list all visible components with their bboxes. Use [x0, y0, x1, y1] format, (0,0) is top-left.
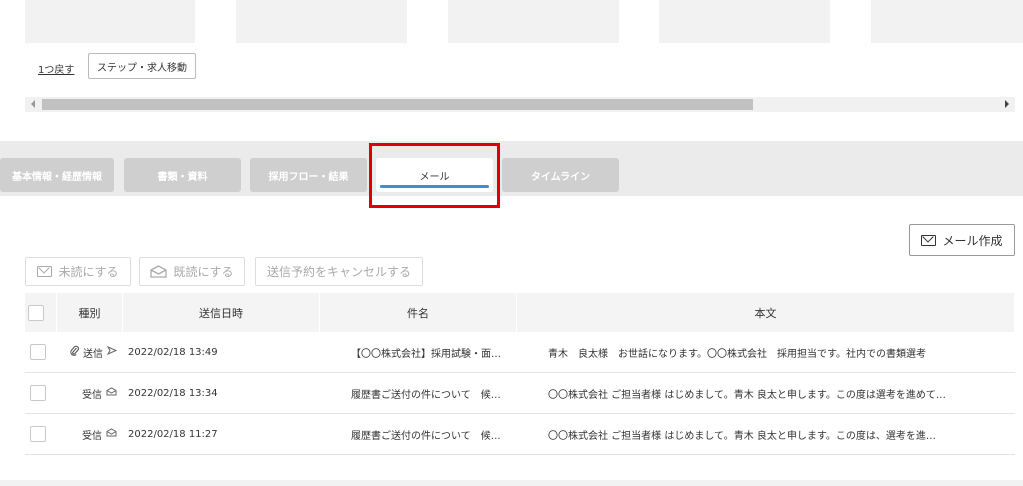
table-row[interactable]: 受信 2022/02/18 13:34 履歴書ご送付の件について 候… 〇〇株式… — [25, 373, 1015, 414]
compose-mail-button[interactable]: メール作成 — [909, 224, 1015, 256]
stage-cards — [25, 0, 1023, 43]
subject-cell[interactable]: 履歴書ご送付の件について 候… — [346, 373, 544, 413]
scroll-left-icon[interactable] — [31, 100, 35, 108]
row-checkbox-cell — [25, 414, 58, 454]
header-select-all — [25, 293, 57, 332]
scrollbar-thumb[interactable] — [42, 99, 753, 110]
mail-open-icon — [106, 387, 117, 399]
mail-icon — [921, 234, 937, 246]
mail-table: 種別 送信日時 件名 本文 送信 2022/02/18 13:49 【〇〇株式会… — [25, 293, 1015, 455]
back-link[interactable]: 1つ戻す — [38, 61, 74, 76]
body-cell[interactable]: 〇〇株式会社 ご担当者様 はじめまして。青木 良太と申します。この度は選考を進め… — [544, 373, 1015, 413]
type-label: 受信 — [82, 430, 102, 442]
horizontal-scrollbar[interactable] — [25, 97, 1015, 112]
header-type[interactable]: 種別 — [57, 293, 123, 332]
body-cell[interactable]: 青木 良太様 お世話になります。〇〇株式会社 採用担当です。社内での書類選考 — [544, 332, 1015, 372]
send-icon — [106, 345, 118, 358]
paperclip-icon — [70, 345, 79, 359]
tab-recruit-flow[interactable]: 採用フロー・結果 — [250, 158, 367, 192]
subject-cell[interactable]: 【〇〇株式会社】採用試験・面… — [346, 332, 544, 372]
tab-timeline[interactable]: タイムライン — [502, 158, 619, 192]
stage-card — [448, 0, 619, 43]
header-date[interactable]: 送信日時 — [123, 293, 320, 332]
table-row[interactable]: 受信 2022/02/18 11:27 履歴書ご送付の件について 候… 〇〇株式… — [25, 414, 1015, 455]
mail-open-icon — [106, 428, 117, 440]
tab-basic-info[interactable]: 基本情報・経歴情報 — [0, 158, 114, 192]
header-subject[interactable]: 件名 — [320, 293, 517, 332]
row-checkbox[interactable] — [30, 344, 46, 360]
date-cell: 2022/02/18 11:27 — [128, 428, 218, 440]
mark-read-label: 既読にする — [173, 265, 234, 279]
stage-card — [236, 0, 407, 43]
scroll-right-icon[interactable] — [1005, 100, 1009, 108]
stage-card — [25, 0, 195, 43]
row-checkbox[interactable] — [30, 385, 46, 401]
type-cell: 受信 — [58, 414, 123, 454]
stage-card — [659, 0, 830, 43]
row-checkbox[interactable] — [30, 426, 46, 442]
header-body[interactable]: 本文 — [517, 293, 1015, 332]
cancel-scheduled-label: 送信予約をキャンセルする — [266, 265, 411, 279]
cancel-scheduled-button[interactable]: 送信予約をキャンセルする — [255, 257, 423, 286]
subject-cell[interactable]: 履歴書ご送付の件について 候… — [346, 414, 544, 454]
body-cell[interactable]: 〇〇株式会社 ご担当者様 はじめまして。青木 良太と申します。この度は、選考を進… — [544, 414, 1015, 454]
select-all-checkbox[interactable] — [28, 304, 44, 321]
tab-strip: 基本情報・経歴情報 書類・資料 採用フロー・結果 メール タイムライン — [0, 141, 1023, 196]
table-header: 種別 送信日時 件名 本文 — [25, 293, 1015, 332]
type-cell: 送信 — [58, 332, 123, 372]
type-cell: 受信 — [58, 373, 123, 413]
tab-documents[interactable]: 書類・資料 — [124, 158, 241, 192]
mark-read-button[interactable]: 既読にする — [139, 257, 245, 286]
compose-mail-label: メール作成 — [942, 233, 1003, 248]
date-cell: 2022/02/18 13:49 — [128, 346, 218, 358]
mark-unread-button[interactable]: 未読にする — [25, 257, 131, 286]
date-cell: 2022/02/18 13:34 — [128, 387, 218, 399]
row-checkbox-cell — [25, 332, 58, 372]
mail-open-icon — [150, 265, 168, 278]
mail-icon — [37, 266, 53, 277]
stage-card — [871, 0, 1023, 43]
bottom-bar — [0, 480, 1023, 486]
move-step-button[interactable]: ステップ・求人移動 — [88, 53, 196, 79]
row-checkbox-cell — [25, 373, 58, 413]
type-label: 送信 — [83, 348, 103, 360]
table-row[interactable]: 送信 2022/02/18 13:49 【〇〇株式会社】採用試験・面… 青木 良… — [25, 332, 1015, 373]
tab-mail[interactable]: メール — [376, 158, 493, 192]
mark-unread-label: 未読にする — [58, 265, 119, 279]
type-label: 受信 — [82, 389, 102, 401]
